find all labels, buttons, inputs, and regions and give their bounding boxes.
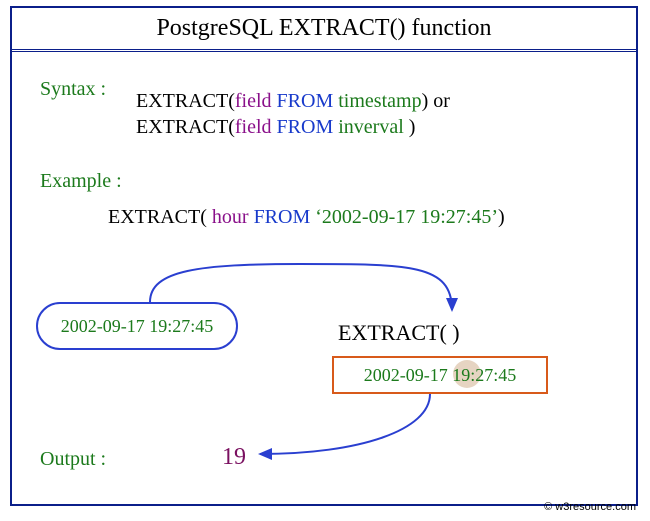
result-box: 2002-09-17 19:27:45 — [332, 356, 548, 394]
example-line: EXTRACT( hour FROM ‘2002-09-17 19:27:45’… — [108, 206, 505, 229]
example-hour: hour — [207, 206, 249, 228]
syntax-from-1: FROM — [277, 90, 334, 112]
title-bar: PostgreSQL EXTRACT() function — [12, 8, 636, 52]
syntax-line-2: EXTRACT(field FROM inverval ) — [136, 116, 415, 139]
title-text: PostgreSQL EXTRACT() function — [156, 15, 491, 41]
example-label: Example : — [40, 170, 122, 193]
syntax-timestamp: timestamp — [338, 90, 421, 112]
example-fn: EXTRACT( — [108, 206, 207, 228]
syntax-fn: EXTRACT( — [136, 90, 235, 112]
syntax-interval: inverval — [338, 116, 404, 138]
example-literal: ‘2002-09-17 19:27:45’ — [315, 206, 498, 228]
syntax-label: Syntax : — [40, 78, 106, 101]
extract-call-text: EXTRACT( ) — [338, 320, 460, 346]
credit-text: © w3resource.com — [544, 501, 636, 513]
syntax-field-1: field — [235, 90, 272, 112]
result-value: 2002-09-17 19:27:45 — [364, 365, 517, 385]
diagram-canvas: PostgreSQL EXTRACT() function Syntax : E… — [0, 0, 650, 521]
example-close: ) — [498, 206, 505, 228]
capsule-value: 2002-09-17 19:27:45 — [61, 316, 214, 336]
syntax-from-2: FROM — [277, 116, 334, 138]
output-value: 19 — [222, 444, 246, 471]
syntax-fn-2: EXTRACT( — [136, 116, 235, 138]
syntax-close-or: ) or — [422, 90, 450, 112]
syntax-field-2: field — [235, 116, 272, 138]
input-capsule: 2002-09-17 19:27:45 — [36, 302, 238, 350]
output-label: Output : — [40, 448, 106, 471]
syntax-close: ) — [404, 116, 416, 138]
syntax-line-1: EXTRACT(field FROM timestamp) or — [136, 90, 450, 113]
example-from: FROM — [254, 206, 311, 228]
